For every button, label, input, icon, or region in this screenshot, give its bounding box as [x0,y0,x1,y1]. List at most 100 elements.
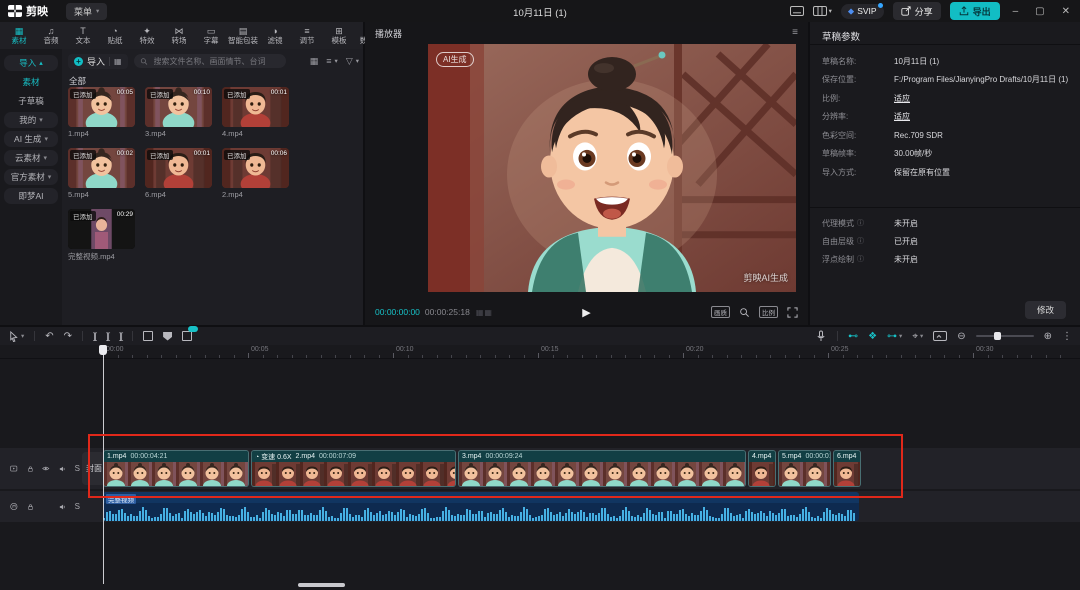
menu-button[interactable]: 菜单▾ [66,3,107,20]
media-tab[interactable]: ◔ 贴纸 [100,26,130,45]
sidebar-item[interactable]: 素材 [4,74,58,90]
sidebar-item[interactable]: 我的 ▾ [4,112,58,128]
sort-icon[interactable]: ≡ [326,56,331,66]
video-preview[interactable]: AI生成 剪映AI生成 [428,44,796,292]
params-rows: 草稿名称: 10月11日 (1) 保存位置: F:/Program Files/… [822,52,1072,182]
info-icon[interactable]: ⓘ [857,236,864,246]
media-clip[interactable]: 已添加 00:10 3.mp4 [145,87,212,138]
media-tab[interactable]: ⊞ 模板 [324,26,354,45]
window-close-button[interactable]: ✕ [1058,6,1074,17]
speaker-icon[interactable] [59,502,66,512]
clip-duration: 00:01 [194,150,210,157]
media-clip[interactable]: 已添加 00:02 5.mp4 [68,148,135,199]
select-tool-button[interactable]: ▾ [8,331,24,342]
window-maximize-button[interactable]: ▢ [1031,6,1048,17]
chevron-down-icon: ▾ [829,7,832,15]
media-tab[interactable]: ▤ 智能包装 [228,26,258,45]
zoom-in-button[interactable]: ⊕ [1044,331,1052,342]
search-box[interactable] [134,54,286,68]
param-value[interactable]: 适应 [894,93,910,104]
clip-thumbnail[interactable]: 已添加 00:06 [222,148,289,188]
param-label: 比例: [822,93,894,104]
split-right-button[interactable]: ][ [119,331,122,341]
view-toggle-icon[interactable]: ▦ [310,56,319,67]
toggle-row: 浮点绘制ⓘ 未开启 [822,250,1072,268]
svip-button[interactable]: ⬥ SVIP [841,4,884,19]
filter-icon[interactable]: ▽ [346,56,353,67]
param-value[interactable]: Rec.709 SDR [894,131,943,140]
smart-edit-button[interactable] [182,331,192,341]
sidebar-item[interactable]: 即梦AI [4,188,58,204]
tab-icon: ◔ [112,26,117,36]
split-left-button[interactable]: ][ [106,331,109,341]
param-row: 分辨率: 适应 [822,108,1072,127]
clip-thumbnail[interactable]: 已添加 00:01 [145,148,212,188]
media-clip[interactable]: 已添加 00:05 1.mp4 [68,87,135,138]
param-value[interactable]: 10月11日 (1) [894,56,939,67]
solo-toggle[interactable]: S [75,502,80,511]
media-tab[interactable]: ◑ 滤镜 [260,26,290,45]
media-tab[interactable]: ⋈ 转场 [164,26,194,45]
sidebar-item[interactable]: 导入 ▴ [4,55,58,71]
tool-options-button[interactable]: ⌖▾ [912,331,923,342]
player-menu-icon[interactable]: ≡ [792,27,798,40]
media-clip[interactable]: 已添加 00:06 2.mp4 [222,148,289,199]
timeline-ruler[interactable]: 00:0000:0500:1000:1500:2000:2500:30 [0,345,1080,359]
delete-button[interactable] [143,331,153,341]
layout-switch-icon[interactable]: ▾ [813,6,832,16]
ratio-button[interactable]: 比例 [759,306,778,318]
param-row: 色彩空间: Rec.709 SDR [822,126,1072,145]
share-button[interactable]: 分享 [893,2,941,20]
sidebar-item[interactable]: 子草稿 [4,93,58,109]
snap-toggle-icon[interactable]: ⊷ [848,331,858,342]
media-clip[interactable]: 已添加 00:29 完整视频.mp4 [68,209,135,262]
media-tab[interactable]: ✦ 特效 [132,26,162,45]
annotation-red-box [88,434,903,498]
window-minimize-button[interactable]: – [1009,6,1023,17]
sidebar-item[interactable]: 云素材 ▾ [4,150,58,166]
link-toggle-icon[interactable]: ❖ [868,331,877,342]
screen-record-icon[interactable] [933,331,947,341]
slider-thumb[interactable] [994,332,1001,340]
param-value[interactable]: 适应 [894,111,910,122]
zoom-out-button[interactable]: ⊖ [957,331,965,342]
quality-button[interactable]: 画质 [711,306,730,318]
media-clip[interactable]: 已添加 00:01 4.mp4 [222,87,289,138]
caption-mode-icon[interactable] [790,6,804,16]
timeline-zoom-slider[interactable] [976,335,1034,337]
lock-icon[interactable] [27,502,34,512]
info-icon[interactable]: ⓘ [857,218,864,228]
info-icon[interactable]: ⓘ [857,254,864,264]
playhead-handle[interactable] [99,345,107,355]
media-clip[interactable]: 已添加 00:01 6.mp4 [145,148,212,199]
preview-axis-toggle[interactable]: ⊶▾ [887,331,902,342]
clip-thumbnail[interactable]: 已添加 00:01 [222,87,289,127]
redo-button[interactable]: ↷ [64,331,72,342]
param-value[interactable]: 保留在原有位置 [894,167,950,178]
focus-zoom-icon[interactable] [739,307,750,318]
media-tab[interactable]: ▭ 字幕 [196,26,226,45]
record-voiceover-icon[interactable] [815,330,827,342]
sidebar-item[interactable]: 官方素材 ▾ [4,169,58,185]
import-button[interactable]: + 导入 ▦ [68,54,128,69]
media-tab[interactable]: ≡ 调节 [292,26,322,45]
clip-thumbnail[interactable]: 已添加 00:05 [68,87,135,127]
clip-thumbnail[interactable]: 已添加 00:02 [68,148,135,188]
clip-thumbnail[interactable]: 已添加 00:10 [145,87,212,127]
clip-thumbnail[interactable]: 已添加 00:29 [68,209,135,249]
media-tab[interactable]: ▦ 素材 [4,26,34,45]
timeline-horizontal-scrollbar[interactable] [298,583,345,587]
export-button[interactable]: 导出 [950,2,1000,20]
param-value[interactable]: F:/Program Files/JianyingPro Drafts/10月1… [894,74,1068,85]
media-tab[interactable]: T 文本 [68,26,98,45]
fullscreen-icon[interactable] [787,307,798,318]
split-button[interactable]: ][ [93,331,96,341]
mask-button[interactable] [163,332,172,341]
undo-button[interactable]: ↶ [45,331,53,342]
search-input[interactable] [152,56,280,67]
media-tab[interactable]: ♫ 音频 [36,26,66,45]
param-value[interactable]: 30.00帧/秒 [894,148,932,159]
more-options-icon[interactable]: ⋮ [1062,331,1072,342]
modify-button[interactable]: 修改 [1025,301,1066,319]
sidebar-item[interactable]: AI 生成 ▾ [4,131,58,147]
